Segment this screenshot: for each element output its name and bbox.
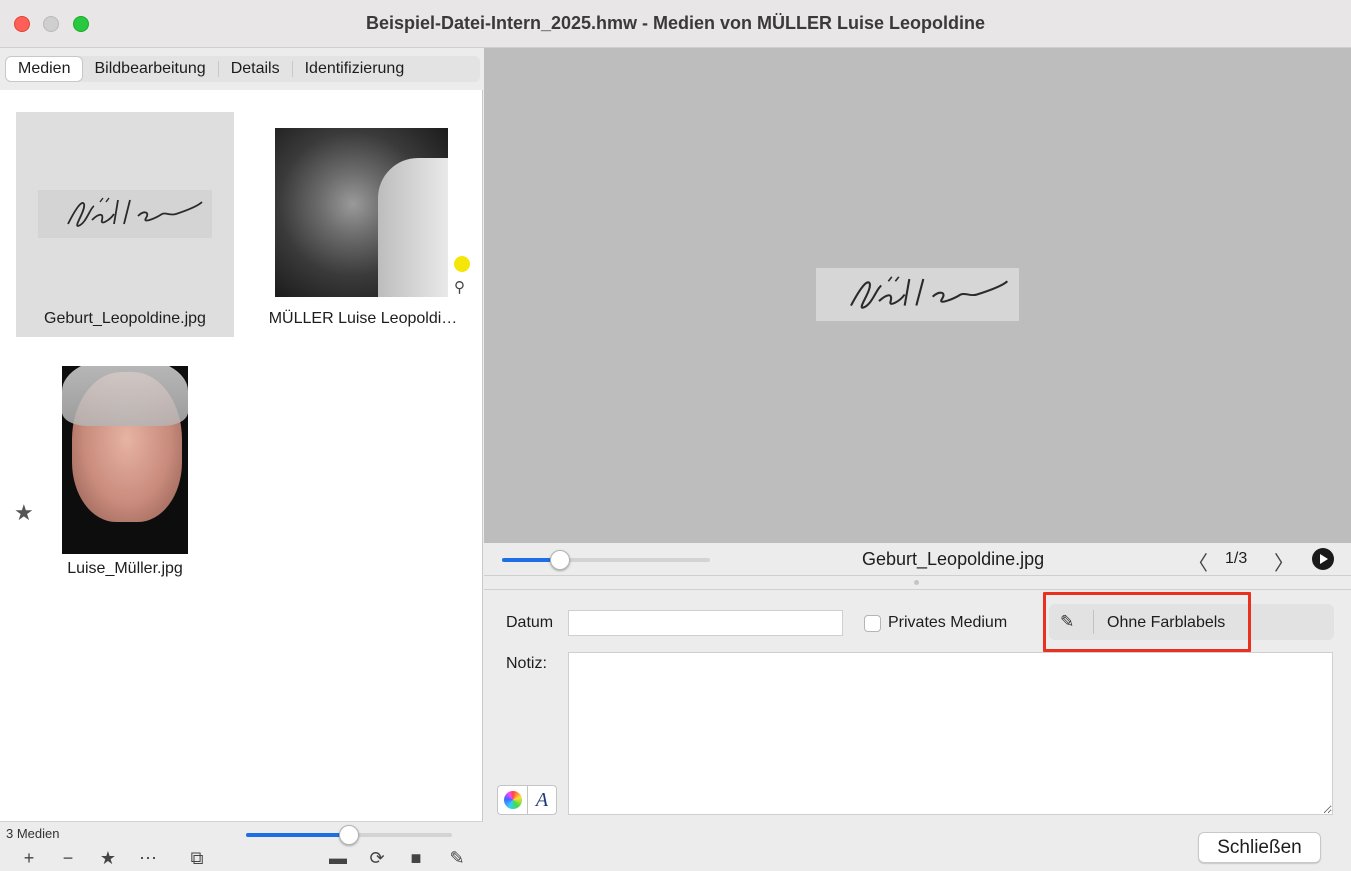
- tab-details[interactable]: Details: [219, 57, 292, 81]
- split-view-divider[interactable]: [484, 576, 1351, 590]
- note-label: Notiz:: [506, 655, 547, 672]
- tab-bildbearbeitung[interactable]: Bildbearbeitung: [82, 57, 217, 81]
- plus-icon[interactable]: +: [18, 848, 40, 868]
- title-bar: Beispiel-Datei-Intern_2025.hmw - Medien …: [0, 0, 1351, 48]
- media-count: 3 Medien: [6, 826, 60, 841]
- signature-image: [850, 276, 1009, 309]
- viewer-filename: Geburt_Leopoldine.jpg: [862, 549, 1045, 569]
- media-item[interactable]: Geburt_Leopoldine.jpg: [16, 112, 234, 337]
- signature-preview: [816, 268, 1019, 321]
- slider-knob[interactable]: [339, 825, 359, 845]
- portrait-photo-thumbnail: [275, 128, 448, 297]
- media-details-pane: Datum Privates Medium ✎ Ohne Farblabels …: [484, 590, 1351, 871]
- signature-image: [67, 197, 203, 227]
- minus-icon[interactable]: −: [57, 848, 79, 868]
- thumbnail-size-slider[interactable]: [246, 825, 452, 845]
- refresh-icon[interactable]: ⟳: [366, 848, 388, 868]
- media-item[interactable]: Luise_Müller.jpg: [40, 366, 210, 581]
- date-label: Datum: [506, 614, 554, 631]
- media-item-label: MÜLLER Luise Leopoldi…: [268, 310, 458, 327]
- slider-knob[interactable]: [550, 550, 571, 570]
- star-icon[interactable]: ★: [97, 848, 119, 868]
- divider-handle[interactable]: [914, 580, 919, 585]
- slideshow-icon[interactable]: ⧉: [186, 848, 208, 868]
- close-button[interactable]: Schließen: [1198, 832, 1321, 863]
- zoom-slider[interactable]: [502, 550, 710, 570]
- private-medium-checkbox[interactable]: [864, 615, 881, 632]
- tab-bar: Medien Bildbearbeitung Details Identifiz…: [0, 48, 483, 90]
- edit-icon[interactable]: ✎: [446, 848, 468, 868]
- tab-segmented-control: Medien Bildbearbeitung Details Identifiz…: [6, 56, 480, 82]
- tab-identifizierung[interactable]: Identifizierung: [293, 57, 417, 81]
- note-textarea[interactable]: [568, 652, 1333, 815]
- page-indicator: 1/3: [1225, 550, 1248, 567]
- viewer-navigation-bar: Geburt_Leopoldine.jpg 〈 1/3 〉: [484, 543, 1351, 576]
- private-medium-label[interactable]: Privates Medium: [888, 614, 1007, 632]
- more-icon[interactable]: ⋯: [137, 848, 159, 868]
- highlight-box: [1043, 592, 1251, 652]
- tab-medien[interactable]: Medien: [6, 57, 83, 81]
- next-icon[interactable]: 〉: [1274, 547, 1294, 576]
- star-icon: ★: [14, 500, 34, 525]
- sidebar-toolbar: + − ★ ⋯ ⧉ ▬ ⟳ ■ ✎: [0, 846, 483, 871]
- font-icon: A: [535, 788, 549, 811]
- color-wheel-icon: [503, 791, 522, 809]
- media-item-label: Geburt_Leopoldine.jpg: [44, 310, 206, 327]
- media-item-label: Luise_Müller.jpg: [67, 560, 183, 577]
- color-label-dot: [454, 256, 470, 272]
- veil-shape: [378, 158, 448, 297]
- play-icon[interactable]: [1312, 548, 1334, 570]
- color-picker-button[interactable]: [498, 786, 527, 814]
- note-format-buttons: A: [497, 785, 557, 815]
- font-button[interactable]: A: [527, 786, 556, 814]
- media-sidebar: Medien Bildbearbeitung Details Identifiz…: [0, 48, 483, 871]
- slider-fill: [246, 833, 349, 837]
- folder-icon[interactable]: ▬: [327, 848, 349, 868]
- signature-thumbnail: [38, 190, 212, 238]
- date-field[interactable]: [568, 610, 843, 636]
- media-item[interactable]: MÜLLER Luise Leopoldi…: [248, 112, 478, 337]
- media-preview: [484, 48, 1351, 543]
- sidebar-status-bar: 3 Medien + − ★ ⋯ ⧉ ▬ ⟳ ■ ✎: [0, 821, 483, 871]
- portrait-photo-thumbnail: [62, 366, 188, 554]
- previous-icon[interactable]: 〈: [1188, 547, 1208, 576]
- pin-icon: ⚲: [454, 279, 465, 296]
- window-title: Beispiel-Datei-Intern_2025.hmw - Medien …: [365, 13, 986, 33]
- hair-shape: [62, 366, 188, 426]
- save-icon[interactable]: ■: [405, 848, 427, 868]
